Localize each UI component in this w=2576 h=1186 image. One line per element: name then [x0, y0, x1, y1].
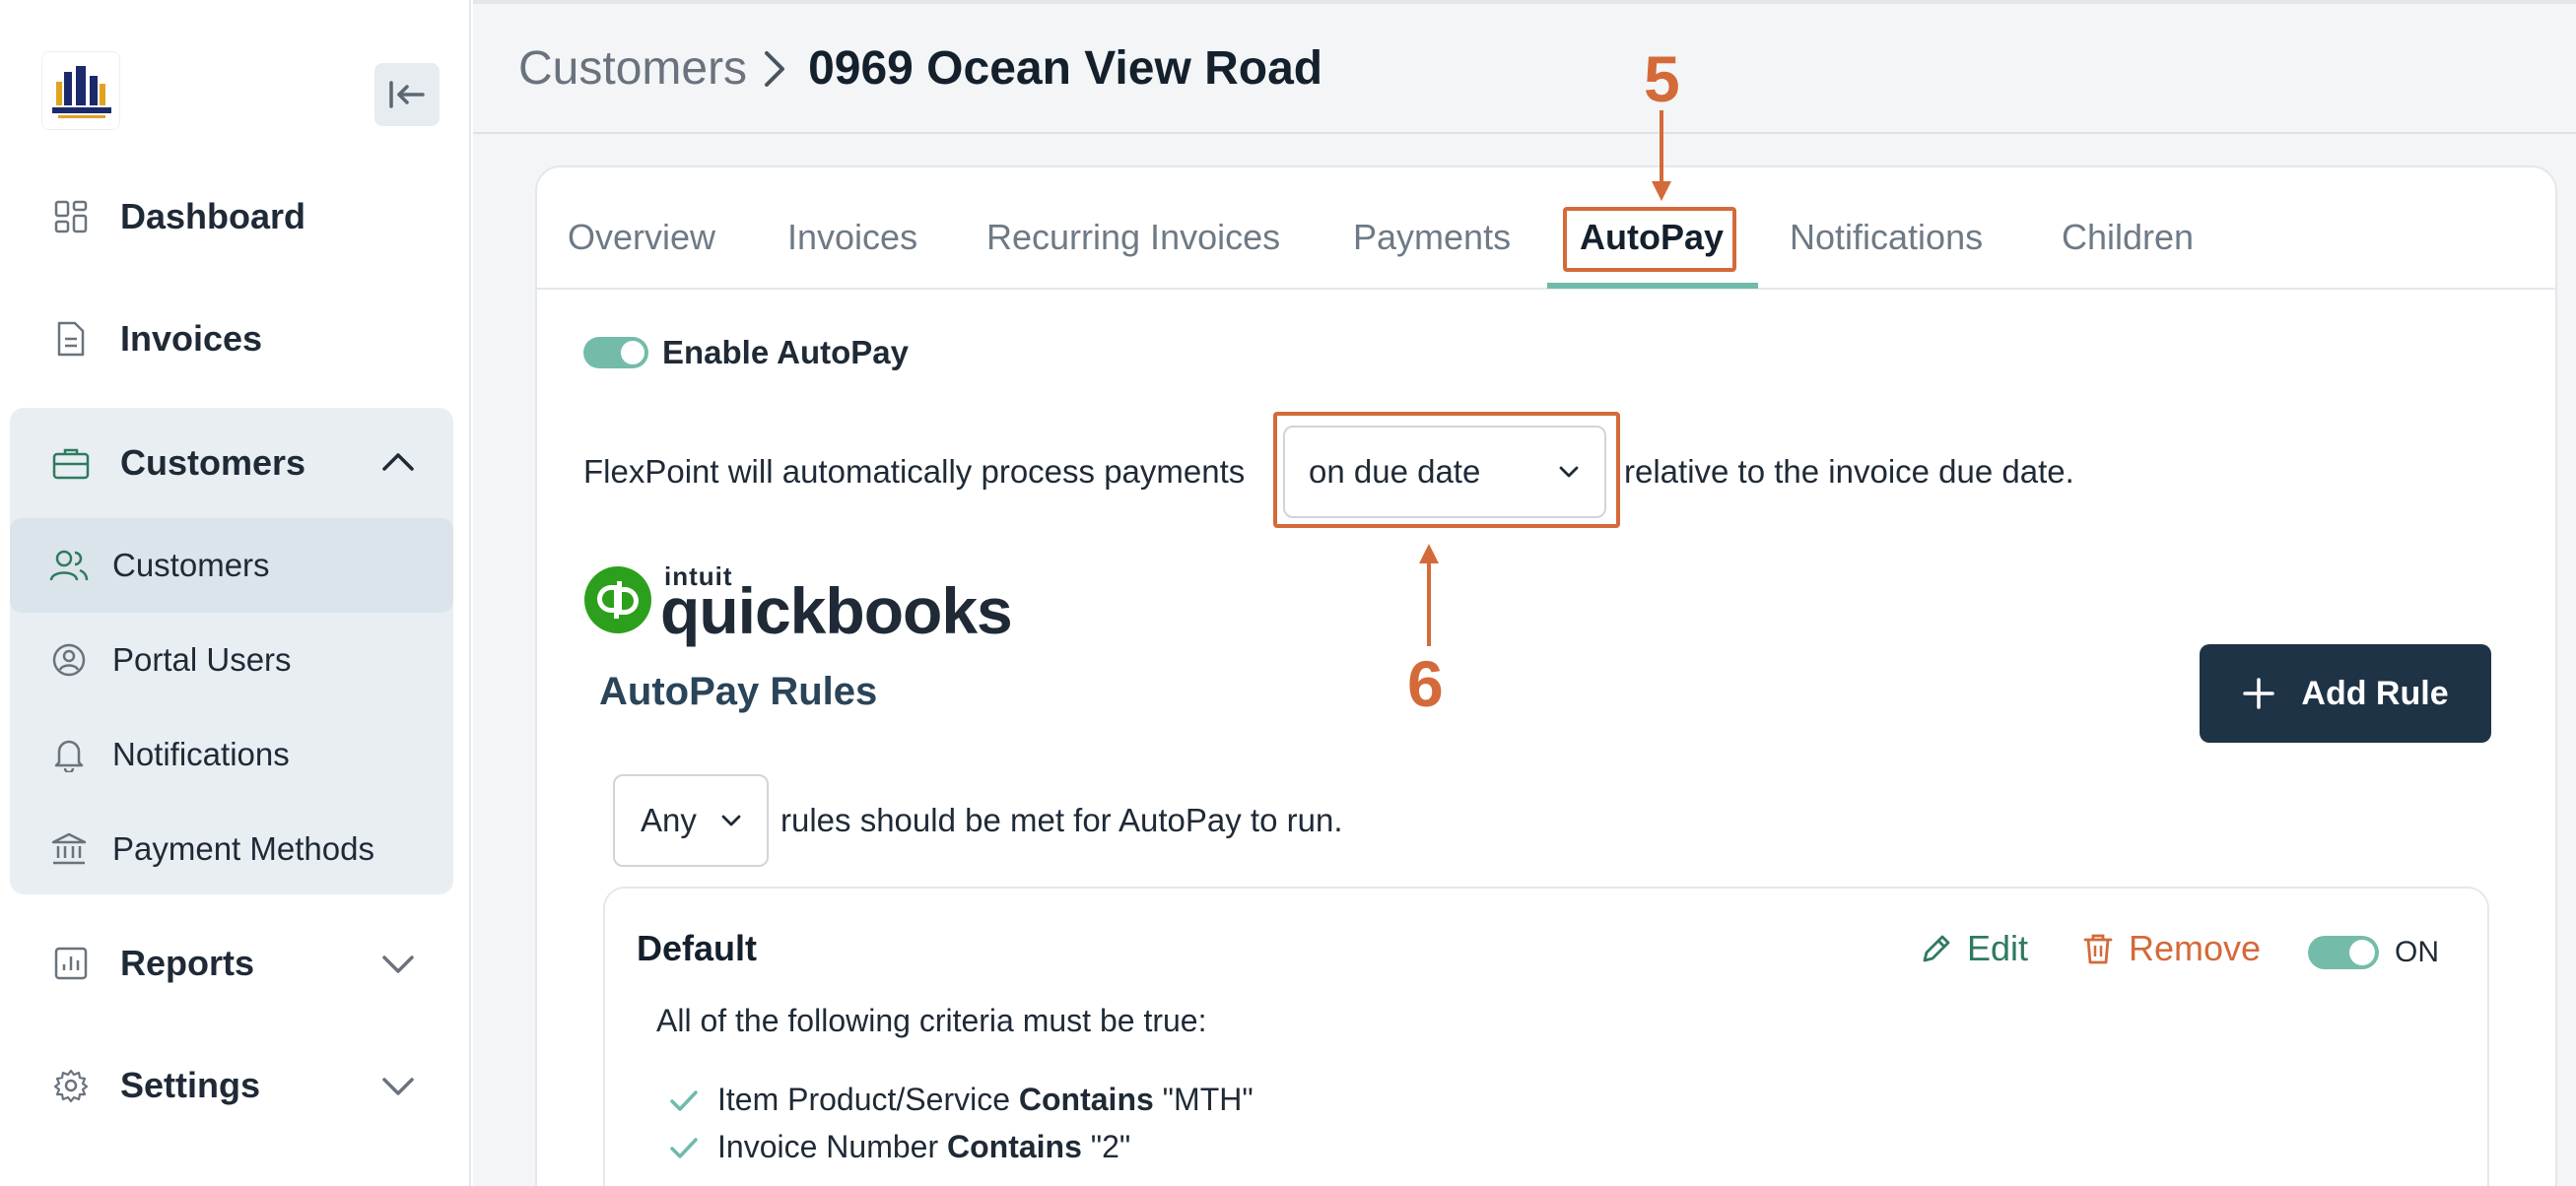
rule-enabled-toggle[interactable]	[2308, 936, 2379, 969]
dashboard-grid-icon	[51, 197, 91, 236]
criteria-value: "2"	[1090, 1129, 1131, 1164]
breadcrumb-parent-link[interactable]: Customers	[518, 41, 747, 96]
gear-icon	[51, 1066, 91, 1105]
sidebar-subitem-label: Portal Users	[112, 641, 292, 678]
tab-children[interactable]: Children	[2062, 217, 2194, 288]
criteria-field: Item Product/Service	[717, 1082, 1010, 1117]
remove-label: Remove	[2129, 928, 2262, 968]
chevron-up-icon	[382, 453, 414, 471]
tab-overview[interactable]: Overview	[568, 217, 715, 288]
user-circle-icon	[47, 638, 91, 682]
criteria-value: "MTH"	[1162, 1082, 1254, 1117]
document-icon	[51, 319, 91, 359]
annotation-highlight-timing-select	[1273, 412, 1620, 528]
sidebar-item-settings[interactable]: Settings	[10, 1030, 453, 1141]
company-logo[interactable]	[41, 51, 120, 130]
criteria-item: Invoice Number Contains "2"	[668, 1129, 1130, 1165]
collapse-left-icon	[389, 81, 425, 108]
collapse-sidebar-button[interactable]	[374, 63, 440, 126]
sidebar-item-label: Invoices	[120, 318, 263, 359]
sidebar-item-invoices[interactable]: Invoices	[10, 284, 453, 394]
bank-icon	[47, 827, 91, 871]
customers-group: Customers Customers Portal Users Notific…	[10, 408, 453, 894]
sidebar-item-label: Customers	[120, 442, 306, 483]
brand-text: quickbooks	[660, 574, 1013, 647]
sidebar-subitem-portal-users[interactable]: Portal Users	[10, 613, 453, 707]
plus-icon	[2243, 678, 2275, 709]
tab-bar: Overview Invoices Recurring Invoices Pay…	[535, 165, 2557, 290]
sidebar-item-reports[interactable]: Reports	[10, 908, 453, 1019]
annotation-step-number: 5	[1644, 42, 1680, 115]
sidebar-subitem-customers[interactable]: Customers	[10, 518, 453, 613]
chevron-down-icon	[382, 955, 414, 973]
chevron-down-icon	[382, 1078, 414, 1095]
autopay-timing-suffix: relative to the invoice due date.	[1624, 453, 2074, 490]
criteria-item: Item Product/Service Contains "MTH"	[668, 1082, 1254, 1118]
sidebar-subitem-label: Notifications	[112, 736, 290, 772]
briefcase-icon	[51, 443, 91, 483]
edit-label: Edit	[1967, 928, 2029, 968]
add-rule-label: Add Rule	[2301, 674, 2449, 712]
sidebar-item-customers[interactable]: Customers	[10, 408, 453, 518]
annotation-highlight-autopay-tab	[1563, 207, 1736, 272]
users-icon	[47, 544, 91, 587]
sidebar-subitem-notifications[interactable]: Notifications	[10, 707, 453, 802]
breadcrumb: Customers 0969 Ocean View Road	[518, 41, 1322, 96]
bell-icon	[47, 733, 91, 776]
autopay-timing-text: FlexPoint will automatically process pay…	[583, 453, 1246, 490]
tab-invoices[interactable]: Invoices	[787, 217, 917, 288]
breadcrumb-current: 0969 Ocean View Road	[808, 42, 1323, 95]
active-tab-indicator	[1547, 283, 1758, 289]
rule-match-text: rules should be met for AutoPay to run.	[780, 802, 1343, 838]
criteria-intro: All of the following criteria must be tr…	[656, 1003, 1207, 1038]
select-value: Any	[641, 802, 697, 838]
criteria-operator: Contains	[946, 1129, 1082, 1164]
trash-icon	[2083, 934, 2113, 964]
check-icon	[670, 1089, 698, 1111]
criteria-field: Invoice Number	[717, 1129, 939, 1164]
arrow-up-icon	[1419, 544, 1439, 646]
chevron-right-icon	[761, 44, 794, 94]
sidebar-item-label: Settings	[120, 1065, 261, 1105]
sidebar-subitem-label: Customers	[112, 547, 270, 583]
tab-recurring-invoices[interactable]: Recurring Invoices	[986, 217, 1280, 288]
enable-autopay-toggle[interactable]	[583, 337, 648, 368]
annotation-step-number: 6	[1407, 647, 1444, 720]
tab-notifications[interactable]: Notifications	[1790, 217, 1983, 288]
autopay-rules-title: AutoPay Rules	[599, 670, 878, 713]
arrow-down-icon	[1652, 110, 1671, 201]
add-rule-button[interactable]: Add Rule	[2200, 644, 2491, 743]
sidebar-item-label: Dashboard	[120, 196, 306, 236]
rule-status-label: ON	[2395, 936, 2439, 968]
criteria-operator: Contains	[1018, 1082, 1154, 1117]
edit-rule-button[interactable]: Edit	[1920, 928, 2028, 969]
remove-rule-button[interactable]: Remove	[2081, 928, 2261, 969]
sidebar-item-label: Reports	[120, 943, 255, 983]
sidebar-subitem-label: Payment Methods	[112, 830, 374, 867]
sidebar: Dashboard Invoices Customers Customers P…	[0, 0, 471, 1186]
check-icon	[670, 1137, 698, 1158]
rule-match-select[interactable]: Any	[613, 774, 769, 867]
construction-logo-icon	[42, 52, 119, 129]
chevron-down-icon	[721, 815, 741, 826]
tab-payments[interactable]: Payments	[1353, 217, 1511, 288]
bar-chart-icon	[51, 944, 91, 983]
sidebar-item-dashboard[interactable]: Dashboard	[10, 162, 453, 272]
enable-autopay-label: Enable AutoPay	[662, 334, 909, 370]
quickbooks-qb-icon	[584, 566, 651, 633]
sidebar-subitem-payment-methods[interactable]: Payment Methods	[10, 802, 453, 896]
pencil-icon	[1923, 935, 1950, 962]
rule-name: Default	[637, 928, 758, 968]
page-header: Customers 0969 Ocean View Road	[473, 0, 2576, 134]
